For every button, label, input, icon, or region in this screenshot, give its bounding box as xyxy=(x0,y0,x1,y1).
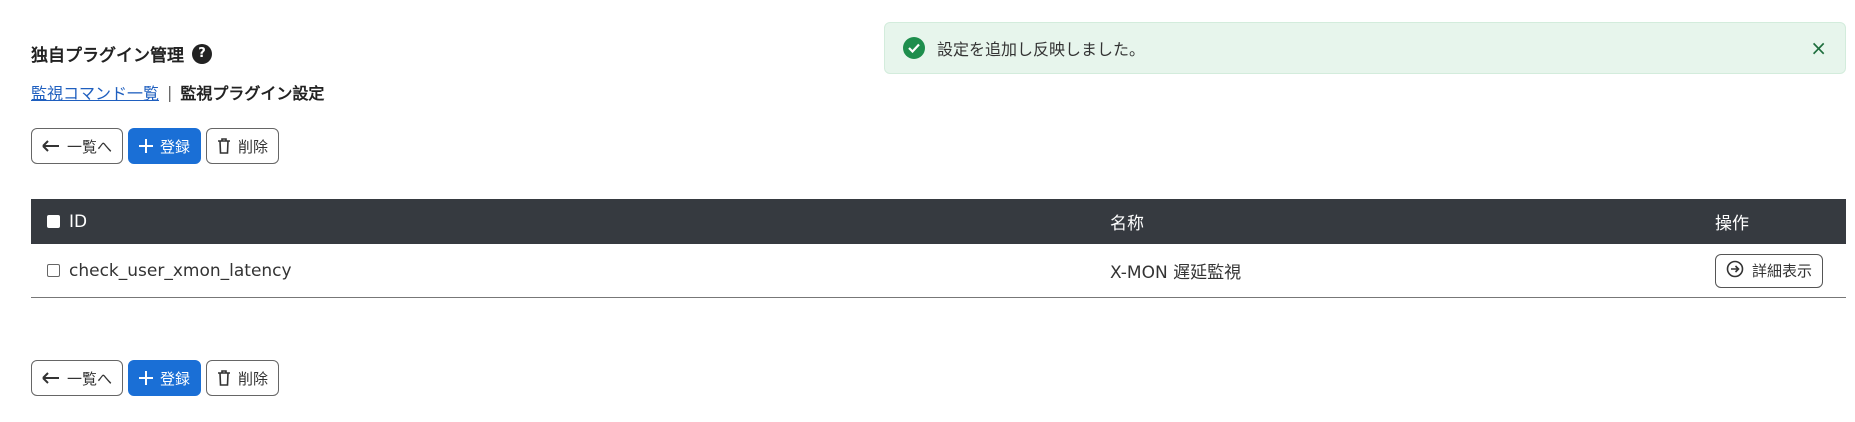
delete-button[interactable]: 削除 xyxy=(206,128,280,164)
register-label: 登録 xyxy=(160,369,191,388)
arrow-circle-right-icon xyxy=(1726,260,1744,282)
delete-label: 削除 xyxy=(238,369,269,388)
cell-actions: 詳細表示 xyxy=(1715,244,1846,298)
column-label-name: 名称 xyxy=(1110,214,1144,234)
back-to-list-label: 一覧へ xyxy=(67,137,113,156)
toolbar-bottom: 一覧へ 登録 削除 xyxy=(31,360,280,396)
delete-label: 削除 xyxy=(238,137,269,156)
register-button[interactable]: 登録 xyxy=(128,128,202,164)
page-title: 独自プラグイン管理 ? xyxy=(31,41,212,66)
delete-button-bottom[interactable]: 削除 xyxy=(206,360,280,396)
toolbar-top: 一覧へ 登録 削除 xyxy=(31,128,280,164)
cell-id: check_user_xmon_latency xyxy=(31,244,1110,298)
row-name-text: X-MON 遅延監視 xyxy=(1110,263,1242,283)
row-id-text: check_user_xmon_latency xyxy=(69,260,292,281)
breadcrumb-link-command-list[interactable]: 監視コマンド一覧 xyxy=(31,80,159,104)
breadcrumb-separator: | xyxy=(167,82,173,102)
plus-icon xyxy=(139,139,154,153)
check-circle-icon xyxy=(903,37,925,59)
back-to-list-button-bottom[interactable]: 一覧へ xyxy=(31,360,124,396)
table-header-row: ID 名称 操作 xyxy=(31,199,1846,244)
plugin-table: ID 名称 操作 check_user_xmon_latency X-MON 遅… xyxy=(31,199,1846,298)
breadcrumb-current: 監視プラグイン設定 xyxy=(180,84,325,103)
column-header-actions: 操作 xyxy=(1715,199,1846,244)
column-label-id: ID xyxy=(69,211,88,232)
back-to-list-button[interactable]: 一覧へ xyxy=(31,128,124,164)
trash-icon xyxy=(217,370,231,386)
row-checkbox[interactable] xyxy=(47,264,60,277)
cell-name: X-MON 遅延監視 xyxy=(1110,244,1715,298)
register-label: 登録 xyxy=(160,137,191,156)
plus-icon xyxy=(139,371,154,385)
select-all-checkbox[interactable] xyxy=(47,215,60,228)
table-row: check_user_xmon_latency X-MON 遅延監視 詳細表示 xyxy=(31,244,1846,298)
column-header-name: 名称 xyxy=(1110,199,1715,244)
detail-button-label: 詳細表示 xyxy=(1752,262,1813,280)
toast-message: 設定を追加し反映しました。 xyxy=(937,40,1146,59)
back-to-list-label: 一覧へ xyxy=(67,369,113,388)
column-header-id: ID xyxy=(31,199,1110,244)
register-button-bottom[interactable]: 登録 xyxy=(128,360,202,396)
arrow-left-icon xyxy=(42,372,60,384)
question-circle-icon[interactable]: ? xyxy=(192,43,212,64)
close-icon[interactable]: × xyxy=(1810,38,1827,58)
detail-button[interactable]: 詳細表示 xyxy=(1715,253,1824,288)
success-toast: 設定を追加し反映しました。 × xyxy=(884,22,1846,74)
trash-icon xyxy=(217,138,231,154)
arrow-left-icon xyxy=(42,140,60,152)
breadcrumb: 監視コマンド一覧 | 監視プラグイン設定 xyxy=(31,80,324,104)
column-label-actions: 操作 xyxy=(1715,214,1749,234)
page-title-text: 独自プラグイン管理 xyxy=(31,46,184,66)
